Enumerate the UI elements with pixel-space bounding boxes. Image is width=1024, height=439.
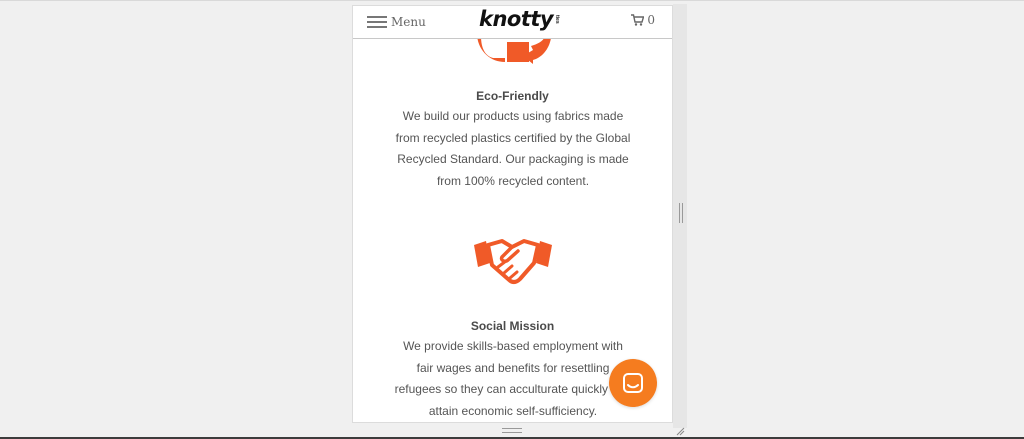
site-header: Menu knotty ties 0	[353, 6, 672, 39]
menu-label: Menu	[391, 15, 426, 29]
corner-resize-handle[interactable]	[675, 426, 685, 436]
menu-button[interactable]: Menu	[367, 12, 426, 32]
text-line: We build our products using fabrics made	[402, 109, 624, 123]
hamburger-icon	[367, 16, 387, 28]
section-text-eco: We build our products using fabrics made…	[363, 106, 663, 192]
text-line: attain economic self-sufficiency.	[428, 403, 598, 418]
handshake-icon	[474, 239, 552, 284]
cart-count: 0	[647, 13, 655, 27]
text-line: We provide skills-based employment with	[403, 339, 623, 353]
section-title-social: Social Mission	[470, 319, 555, 333]
chat-icon	[623, 373, 643, 393]
text-line: Recycled Standard. Our packaging is made	[397, 152, 629, 166]
logo-tag: ties	[554, 15, 561, 24]
chat-launcher-button[interactable]	[609, 359, 657, 407]
cart-icon	[631, 14, 645, 26]
text-line: from 100% recycled content.	[436, 173, 590, 188]
cart-button[interactable]: 0	[631, 13, 655, 27]
text-line: from recycled plastics certified by the …	[395, 130, 631, 145]
site-logo[interactable]: knotty ties	[479, 6, 560, 34]
window-top-border	[0, 0, 1024, 1]
horizontal-resize-handle[interactable]	[502, 428, 522, 433]
section-title-eco: Eco-Friendly	[476, 89, 549, 103]
logo-text: knotty	[479, 7, 554, 31]
vertical-resize-handle[interactable]	[679, 203, 683, 223]
